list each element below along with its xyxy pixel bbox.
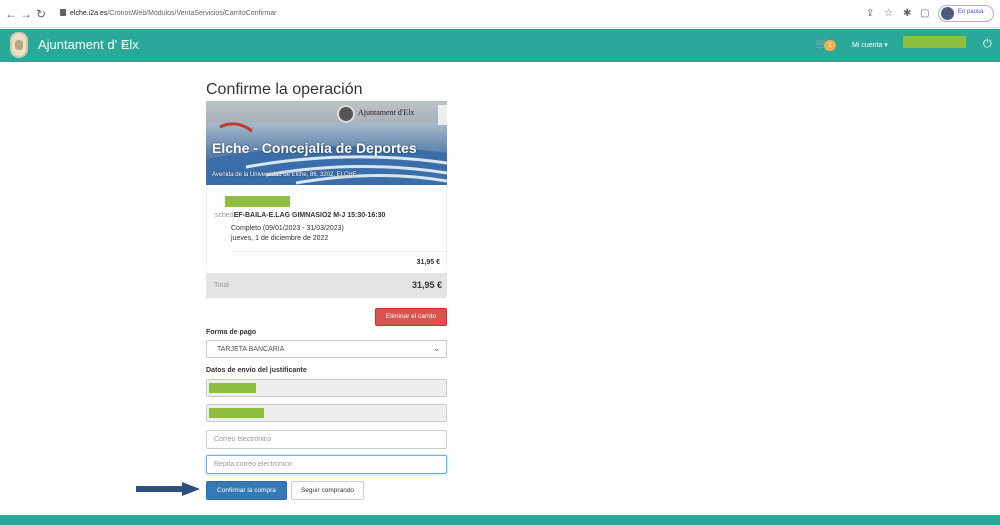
extensions-icon[interactable]: ✱ bbox=[903, 7, 911, 21]
participant-name-redacted bbox=[225, 196, 290, 207]
logout-icon[interactable]: ⏻ bbox=[983, 38, 992, 51]
site-header: Ajuntament d' Elx ⌂ 🛒 1 Mi cuenta ▾ ⏻ bbox=[0, 29, 1000, 62]
email-field[interactable] bbox=[206, 430, 447, 449]
total-value: 31,95 € bbox=[411, 280, 442, 290]
avatar bbox=[941, 7, 954, 20]
receipt-label: Datos de envío del justificante bbox=[206, 367, 307, 374]
divider bbox=[233, 251, 447, 252]
total-label: Total bbox=[214, 282, 229, 289]
payment-method-select[interactable]: TARJETA BANCARIA ⌄ bbox=[206, 340, 447, 358]
payment-method-value: TARJETA BANCARIA bbox=[217, 346, 285, 353]
course-title: EF-BAILA-E.LAG GIMNASIO2 M-J 15:30-16:30 bbox=[233, 212, 386, 219]
city-crest-logo[interactable] bbox=[10, 32, 28, 58]
redacted-value bbox=[209, 383, 256, 393]
reload-icon[interactable]: ↻ bbox=[34, 6, 48, 22]
receipt-surname-field bbox=[206, 404, 447, 422]
facility-banner: Ajuntament d'Elx Elche - Concejalía de D… bbox=[206, 101, 447, 185]
total-row: Total 31,95 € bbox=[206, 273, 447, 298]
cart-count-badge[interactable]: 1 bbox=[824, 40, 836, 51]
profile-status: En pausa bbox=[958, 9, 984, 15]
facility-name: Elche - Concejalía de Deportes bbox=[212, 140, 417, 156]
arrow-right-icon bbox=[136, 482, 200, 496]
address-bar[interactable]: elche.i2a.es/CronosWeb/Modulos/VentaServ… bbox=[60, 6, 276, 22]
url-host: elche.i2a.es bbox=[70, 10, 108, 17]
browser-toolbar: ← → ↻ elche.i2a.es/CronosWeb/Modulos/Ven… bbox=[0, 0, 1000, 28]
continue-shopping-button[interactable]: Seguir comprando bbox=[291, 481, 364, 500]
repeat-email-field[interactable] bbox=[206, 455, 447, 474]
forward-icon[interactable]: → bbox=[19, 6, 33, 22]
course-period: Completo (09/01/2023 - 31/03/2023) bbox=[231, 225, 344, 232]
username-redacted bbox=[903, 36, 966, 48]
lock-icon bbox=[60, 9, 66, 16]
payment-method-label: Forma de pago bbox=[206, 329, 257, 336]
star-icon[interactable]: ☆ bbox=[884, 7, 893, 21]
confirm-purchase-button[interactable]: Confirmar la compra bbox=[206, 481, 287, 500]
course-prefix: sched bbox=[215, 212, 234, 219]
receipt-name-field bbox=[206, 379, 447, 397]
course-date: jueves, 1 de diciembre de 2022 bbox=[231, 235, 329, 242]
home-icon[interactable]: ⌂ bbox=[122, 38, 129, 50]
empty-cart-button[interactable]: Eliminar el carrito bbox=[375, 308, 447, 326]
url-path: /CronosWeb/Modulos/VentaServicios/Carrit… bbox=[107, 10, 277, 17]
back-icon[interactable]: ← bbox=[4, 6, 18, 22]
chevron-down-icon: ⌄ bbox=[433, 344, 440, 353]
sidepanel-icon[interactable]: ▢ bbox=[920, 7, 929, 21]
facility-address: Avenida de la Universidad de Elche, 86, … bbox=[212, 172, 357, 178]
share-icon[interactable]: ⇪ bbox=[866, 7, 874, 21]
redacted-value bbox=[209, 408, 264, 418]
profile-button[interactable]: En pausa bbox=[938, 5, 994, 22]
banner-logo-text: Ajuntament d'Elx bbox=[358, 108, 415, 117]
cart-item: schedEF-BAILA-E.LAG GIMNASIO2 M-J 15:30-… bbox=[206, 185, 447, 270]
page-title: Confirme la operación bbox=[206, 81, 363, 98]
banner-badge bbox=[438, 105, 447, 125]
crest-icon bbox=[337, 105, 355, 123]
site-footer bbox=[0, 515, 1000, 525]
course-line: schedEF-BAILA-E.LAG GIMNASIO2 M-J 15:30-… bbox=[215, 212, 385, 219]
item-price: 31,95 € bbox=[416, 259, 440, 266]
account-menu[interactable]: Mi cuenta ▾ bbox=[852, 41, 888, 49]
